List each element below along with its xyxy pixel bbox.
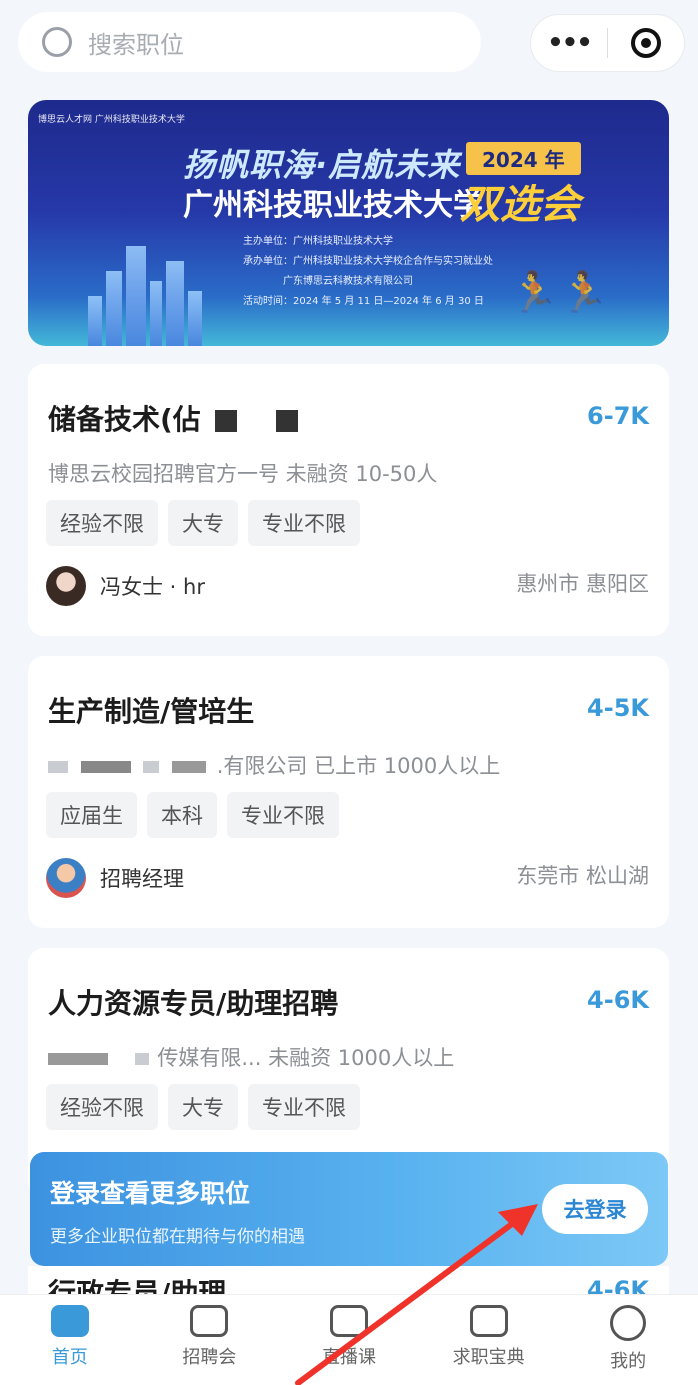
tab-label: 我的 [610,1351,647,1372]
tab-live-course[interactable]: 直播课 [279,1295,419,1385]
job-salary: 4-6K [587,986,649,1014]
job-title: 生产制造/管培生 [48,695,255,728]
banner-organizer: 承办单位：广州科技职业技术大学校企合作与实习就业处 [243,256,493,267]
more-icon[interactable]: ••• [531,28,607,58]
job-tags: 经验不限 大专 专业不限 [46,500,360,546]
job-tags: 经验不限 大专 专业不限 [46,1084,360,1130]
banner-host: 主办单位：广州科技职业技术大学 [243,236,393,247]
job-tag: 本科 [147,792,217,838]
job-tag: 专业不限 [248,500,360,546]
banner-year: 2024 年 [466,142,581,175]
banner-info: 主办单位：广州科技职业技术大学 承办单位：广州科技职业技术大学校企合作与实习就业… [243,232,493,312]
event-banner[interactable]: 博思云人才网 广州科技职业技术大学 扬帆职海·启航未来 2024 年 广州科技职… [28,100,669,346]
top-bar: 搜索职位 ••• [0,0,698,88]
job-company: .有限公司 已上市 1000人以上 [48,750,500,780]
job-tag: 大专 [168,500,238,546]
banner-university: 广州科技职业技术大学 [183,188,483,223]
banner-co-organizer: 广东博思云科教技术有限公司 [283,276,413,287]
job-card[interactable]: 储备技术(佔 6-7K 博思云校园招聘官方一号 未融资 10-50人 经验不限 … [28,364,669,636]
tab-label: 首页 [51,1347,88,1368]
city-skyline-illustration [88,236,218,346]
book-icon [469,1305,508,1337]
job-company-text: .有限公司 已上市 1000人以上 [216,754,501,778]
job-tag: 专业不限 [227,792,339,838]
job-tag: 专业不限 [248,1084,360,1130]
job-tag: 经验不限 [46,500,158,546]
banner-event: 双选会 [460,182,580,228]
banner-time: 活动时间：2024 年 5 月 11 日—2024 年 6 月 30 日 [243,296,484,307]
login-prompt-title: 登录查看更多职位 [50,1179,251,1208]
job-tag: 应届生 [46,792,137,838]
job-tag: 经验不限 [46,1084,158,1130]
close-capsule-button[interactable] [608,28,684,58]
face-icon [610,1305,647,1341]
tab-job-guide[interactable]: 求职宝典 [419,1295,559,1385]
tab-label: 直播课 [321,1347,376,1368]
redaction-blur [80,761,131,773]
recruiter: 冯女士 · hr [46,566,205,606]
job-location: 东莞市 松山湖 [516,864,649,888]
redaction-mosaic [276,410,299,432]
job-title: 储备技术(佔 [48,398,299,438]
redaction-blur [48,761,68,773]
job-location: 惠州市 惠阳区 [516,572,649,596]
search-placeholder: 搜索职位 [88,30,184,59]
job-tags: 应届生 本科 专业不限 [46,792,339,838]
login-prompt-subtitle: 更多企业职位都在期待与你的相遇 [50,1227,305,1247]
banner-logos: 博思云人才网 广州科技职业技术大学 [38,115,185,125]
tab-job-fair[interactable]: 招聘会 [140,1295,280,1385]
redaction-mosaic [214,410,237,432]
target-icon [631,28,661,58]
job-title-text: 储备技术(佔 [48,403,201,436]
mini-program-capsule: ••• [530,14,685,72]
login-prompt-banner: 登录查看更多职位 更多企业职位都在期待与你的相遇 去登录 [30,1152,668,1266]
job-tag: 大专 [168,1084,238,1130]
redaction-blur [48,1053,108,1065]
recruiter-name: 冯女士 · hr [100,575,205,599]
bottom-tab-bar: 首页 招聘会 直播课 求职宝典 我的 [0,1294,698,1385]
tv-icon [329,1305,368,1337]
job-company: 传媒有限... 未融资 1000人以上 [48,1042,454,1072]
recruiter: 招聘经理 [46,858,184,898]
avatar [46,566,86,606]
tab-label: 求职宝典 [452,1347,525,1368]
recruiter-name: 招聘经理 [100,867,184,891]
redaction-blur [134,1053,149,1065]
job-company: 博思云校园招聘官方一号 未融资 10-50人 [48,462,438,486]
tab-label: 招聘会 [182,1347,237,1368]
job-company-text: 传媒有限... 未融资 1000人以上 [157,1046,455,1070]
briefcase-icon [50,1305,89,1337]
job-title: 人力资源专员/助理招聘 [48,987,339,1020]
search-input[interactable]: 搜索职位 [18,12,481,72]
job-salary: 6-7K [587,402,649,430]
search-icon [42,27,72,57]
login-button[interactable]: 去登录 [542,1184,648,1234]
job-salary: 4-5K [587,694,649,722]
redaction-blur [143,761,160,773]
video-icon [190,1305,229,1337]
redaction-blur [172,761,207,773]
tab-mine[interactable]: 我的 [558,1295,698,1385]
job-card[interactable]: 生产制造/管培生 4-5K .有限公司 已上市 1000人以上 应届生 本科 专… [28,656,669,928]
tab-home[interactable]: 首页 [0,1295,140,1385]
runners-illustration: 🏃🏃 [509,270,609,316]
avatar [46,858,86,898]
